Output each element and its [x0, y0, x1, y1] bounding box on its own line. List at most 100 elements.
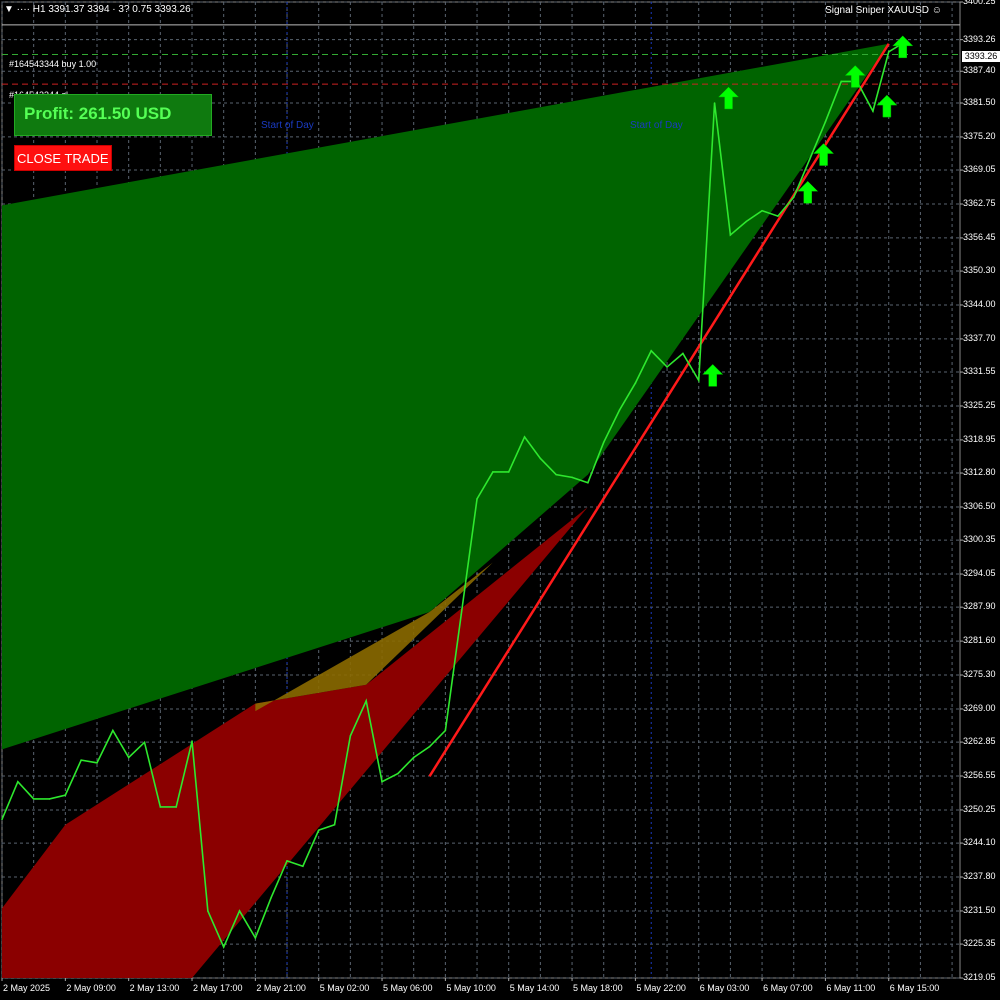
price-point — [634, 382, 637, 384]
price-tick-label: 3244.10 — [963, 837, 996, 848]
price-point — [207, 910, 209, 912]
time-tick-label: 2 May 2025 — [3, 983, 51, 993]
price-tick-label: 3312.80 — [963, 467, 996, 478]
price-tick-label: 3325.25 — [963, 399, 996, 410]
time-tick-label: 5 May 02:00 — [319, 983, 370, 993]
price-point — [729, 234, 732, 236]
price-tick-label: 3350.30 — [963, 265, 996, 276]
price-tick-label: 3231.50 — [963, 904, 996, 915]
price-tick-label: 3356.45 — [963, 231, 996, 242]
price-point — [887, 51, 890, 53]
price-point — [333, 823, 336, 826]
price-point — [697, 379, 700, 382]
close-trade-button[interactable]: CLOSE TRADE — [14, 145, 112, 171]
up-arrow-icon — [876, 94, 898, 118]
price-point — [555, 473, 558, 476]
price-tick-label: 3225.35 — [963, 938, 996, 949]
price-point — [808, 158, 811, 161]
price-point — [523, 436, 526, 438]
price-tick-label: 3256.55 — [963, 770, 996, 780]
price-tick-label: 3393.26 — [963, 33, 996, 44]
price-tick-label: 3250.25 — [963, 803, 996, 814]
price-point — [238, 910, 241, 912]
price-tick-label: 3337.70 — [963, 332, 996, 343]
price-tick-label: 3262.85 — [963, 736, 996, 747]
price-tick-label: 3275.30 — [963, 669, 996, 680]
price-tick-label: 3344.00 — [963, 298, 996, 309]
price-tick-label: 3306.50 — [963, 500, 996, 511]
start-of-day-label: Start of Day — [261, 120, 314, 131]
price-tick-label: 3331.55 — [963, 366, 996, 377]
price-point — [602, 441, 605, 444]
price-point — [587, 481, 589, 484]
price-point — [112, 729, 114, 732]
price-tick-label: 3287.90 — [963, 601, 996, 612]
price-point — [476, 498, 478, 500]
price-point — [191, 740, 193, 743]
price-tick-label: 3362.75 — [963, 197, 996, 208]
price-point — [507, 471, 510, 473]
price-point — [492, 471, 494, 473]
price-tick-label: 3387.40 — [963, 65, 996, 76]
time-tick-label: 5 May 14:00 — [509, 983, 560, 993]
price-point — [143, 741, 146, 744]
time-tick-label: 6 May 15:00 — [889, 983, 940, 993]
price-point — [792, 196, 795, 199]
price-point — [571, 476, 573, 479]
price-point — [254, 937, 257, 939]
price-point — [222, 946, 225, 948]
price-point — [840, 80, 843, 83]
time-tick-label: 6 May 03:00 — [699, 983, 750, 993]
price-point — [745, 220, 748, 223]
price-tick-label: 3369.05 — [963, 164, 996, 175]
price-point — [286, 860, 288, 862]
up-arrow-icon — [702, 364, 724, 387]
price-point — [428, 745, 431, 748]
current-price-tag: 3393.26 — [962, 51, 1000, 62]
order-buy-label[interactable]: #164543344 buy 1.00 — [9, 59, 96, 69]
price-chart[interactable] — [0, 0, 1000, 1000]
time-tick-label: 2 May 13:00 — [129, 983, 180, 993]
price-tick-label: 3281.60 — [963, 635, 996, 646]
profit-display: Profit: 261.50 USD — [14, 94, 212, 136]
price-tick-label: 3400.25 — [963, 0, 996, 6]
price-tick-label: 3318.95 — [963, 433, 996, 444]
price-point — [460, 613, 463, 616]
price-point — [666, 366, 668, 368]
time-tick-label: 5 May 22:00 — [636, 983, 686, 993]
price-point — [682, 352, 684, 355]
price-point — [713, 102, 716, 104]
price-point — [96, 762, 98, 764]
price-point — [444, 729, 447, 732]
price-point — [365, 700, 367, 702]
price-point — [302, 865, 304, 868]
price-point — [412, 756, 415, 759]
price-point — [159, 806, 162, 808]
time-tick-label: 5 May 18:00 — [573, 983, 623, 993]
price-tick-label: 3381.50 — [963, 96, 996, 107]
price-point — [17, 780, 19, 783]
price-point — [872, 110, 874, 112]
price-point — [48, 798, 51, 800]
time-tick-label: 6 May 11:00 — [826, 983, 876, 993]
price-tick-label: 3237.80 — [963, 871, 996, 881]
price-point — [397, 772, 399, 775]
indicator-title: Signal Sniper XAUUSD ☺ — [825, 5, 942, 16]
price-point — [777, 215, 779, 217]
price-tick-label: 3219.05 — [963, 972, 996, 982]
price-point — [317, 829, 320, 831]
price-tick-label: 3294.05 — [963, 568, 996, 579]
price-point — [80, 759, 82, 761]
time-tick-label: 6 May 07:00 — [763, 983, 813, 993]
price-point — [32, 798, 35, 800]
time-tick-label: 5 May 06:00 — [383, 983, 433, 993]
price-tick-label: 3300.35 — [963, 534, 996, 545]
price-point — [824, 121, 827, 123]
price-point — [761, 209, 763, 212]
chart-info-bar: ▼ ···· H1 3391.37 3394 · 3? 0.75 3393.26 — [4, 4, 191, 15]
price-point — [175, 806, 177, 808]
price-tick-label: 3269.00 — [963, 702, 996, 713]
price-point — [127, 756, 130, 759]
price-point — [349, 735, 352, 737]
start-of-day-label: Start of Day — [630, 120, 683, 131]
